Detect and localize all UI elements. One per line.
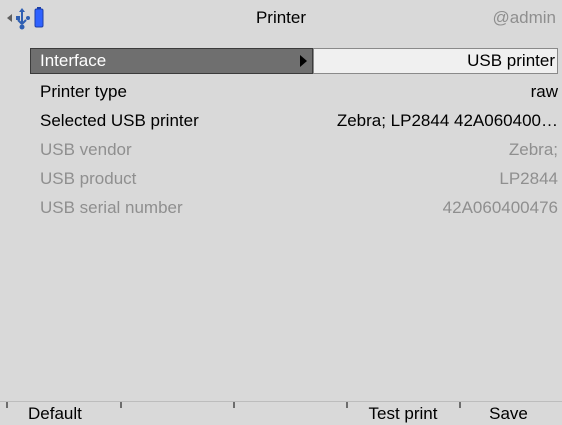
settings-row-value: raw <box>530 82 558 101</box>
interface-value-field[interactable]: USB printer <box>313 48 558 74</box>
settings-row-selected-usb-printer[interactable]: Selected USB printer Zebra; LP2844 42A06… <box>30 106 558 135</box>
default-button[interactable]: Default <box>8 402 118 425</box>
arrow-right-icon <box>300 55 307 67</box>
test-print-button[interactable]: Test print <box>348 402 458 425</box>
settings-row-usb-product: USB product LP2844 <box>30 164 558 193</box>
page-title: Printer <box>255 8 307 27</box>
settings-row-value: 42A060400476 <box>442 198 558 217</box>
save-button[interactable]: Save <box>461 402 556 425</box>
printer-settings-list: Interface USB printer Printer type raw S… <box>30 48 558 222</box>
printer-settings-screen: Printer @admin Interface USB printer Pri… <box>0 0 562 425</box>
interface-label-cell: Interface <box>30 48 313 74</box>
top-status-bar: Printer @admin <box>0 0 562 36</box>
settings-row-label: Printer type <box>40 82 127 101</box>
blank-softkey-2-button[interactable] <box>122 402 232 425</box>
settings-row-value: Zebra; <box>508 140 558 159</box>
settings-row-label: USB serial number <box>40 198 183 217</box>
softkey-footer: Default Test print Save <box>0 401 562 425</box>
settings-row-printer-type[interactable]: Printer type raw <box>30 77 558 106</box>
settings-row-value: LP2844 <box>499 169 558 188</box>
settings-row-label: USB vendor <box>40 140 132 159</box>
blank-softkey-3-button[interactable] <box>235 402 345 425</box>
settings-row-label: Selected USB printer <box>40 111 199 130</box>
settings-row-usb-vendor: USB vendor Zebra; <box>30 135 558 164</box>
settings-row-label: Interface <box>40 51 107 70</box>
settings-row-value: USB printer <box>467 51 555 70</box>
settings-row-interface[interactable]: Interface USB printer <box>30 48 558 74</box>
settings-row-usb-serial-number: USB serial number 42A060400476 <box>30 193 558 222</box>
current-user-label: @admin <box>492 8 556 27</box>
settings-row-label: USB product <box>40 169 137 188</box>
settings-row-value: Zebra; LP2844 42A060400… <box>336 111 558 130</box>
